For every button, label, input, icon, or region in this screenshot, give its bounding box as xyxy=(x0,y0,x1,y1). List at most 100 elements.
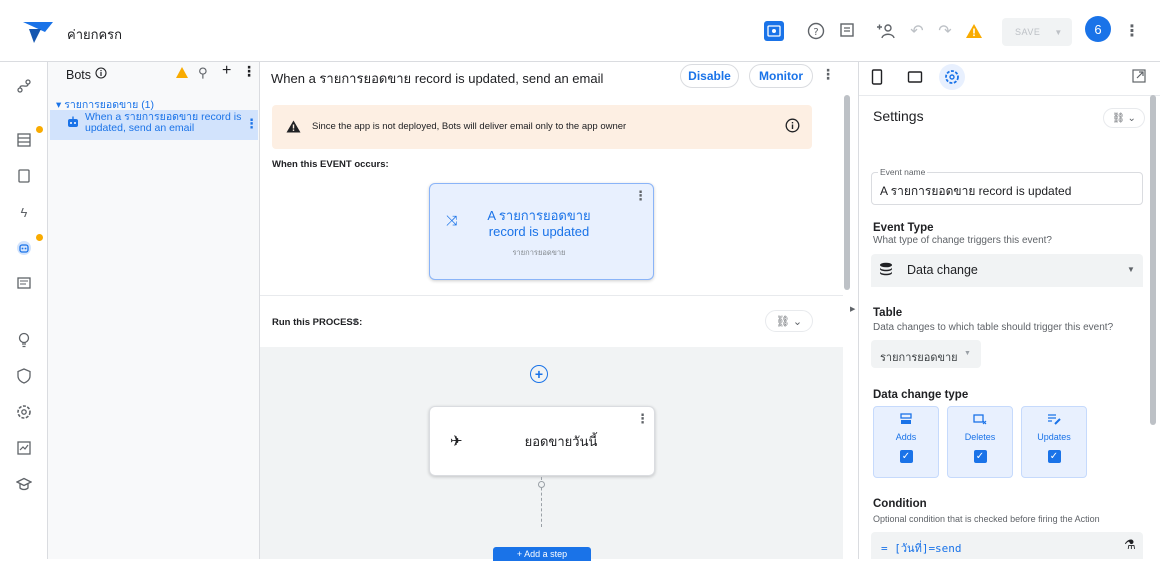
step-more-icon[interactable]: ⋮ xyxy=(636,411,649,427)
event-header: When this EVENT occurs: xyxy=(272,159,389,170)
event-type-value: Data change xyxy=(907,263,978,277)
preview-icon[interactable] xyxy=(764,21,784,41)
chat-icon[interactable] xyxy=(12,272,36,296)
tablet-view-icon[interactable] xyxy=(907,70,923,87)
updates-label: Updates xyxy=(1037,432,1071,442)
security-icon[interactable] xyxy=(12,364,36,388)
connector-node xyxy=(538,481,545,488)
adds-option[interactable]: Adds ✓ xyxy=(873,406,939,478)
phone-view-icon[interactable] xyxy=(871,69,883,88)
data-change-type-label: Data change type xyxy=(873,389,969,401)
table-help: Data changes to which table should trigg… xyxy=(873,322,1114,333)
event-type-chevron-icon[interactable]: ▼ xyxy=(1127,265,1135,274)
automation-warning-dot xyxy=(36,234,43,241)
bots-info-icon[interactable] xyxy=(95,67,107,82)
settings-rail-icon[interactable] xyxy=(12,400,36,424)
save-label: SAVE xyxy=(1015,27,1041,37)
bot-item-label: When a รายการยอดขาย record is updated, s… xyxy=(85,111,242,134)
add-step-top-icon[interactable]: + xyxy=(530,365,548,383)
warning-icon[interactable] xyxy=(964,21,984,41)
settings-title: Settings xyxy=(873,108,924,124)
process-link-button[interactable]: ⛓ ⌄ xyxy=(765,310,813,332)
banner-info-icon[interactable] xyxy=(785,118,800,136)
process-area: + ⋮ ✈ ยอดขายวันนี้ + Add a step xyxy=(272,347,812,561)
database-icon xyxy=(879,262,893,280)
deletes-option[interactable]: Deletes ✓ xyxy=(947,406,1013,478)
top-bar: ค่ายกครก ? ↶ ↷ SAVE ▼ 6 ⋮ xyxy=(0,0,1160,62)
bots-warning-icon[interactable] xyxy=(175,66,189,82)
table-label: Table xyxy=(873,307,903,319)
appsheet-logo-icon[interactable] xyxy=(20,18,56,46)
settings-link-button[interactable]: ⛓ ⌄ xyxy=(1103,108,1145,128)
bots-more-icon[interactable]: ⋮ xyxy=(242,63,256,80)
automation-icon[interactable] xyxy=(12,236,36,260)
event-card[interactable]: ⋮ ⤨ A รายการยอดขาย record is updated ราย… xyxy=(429,183,654,280)
open-external-icon[interactable] xyxy=(1132,69,1146,86)
settings-scrollbar[interactable] xyxy=(1150,95,1156,425)
bot-title: When a รายการยอดขาย record is updated, s… xyxy=(271,71,604,86)
monitor-button[interactable]: Monitor xyxy=(749,64,813,88)
views-icon[interactable] xyxy=(12,164,36,188)
intelligence-icon[interactable] xyxy=(12,328,36,352)
event-card-subtitle: รายการยอดขาย xyxy=(512,248,566,257)
event-name-label: Event name xyxy=(878,167,928,177)
table-chevron-icon[interactable]: ▼ xyxy=(964,350,971,357)
updates-option[interactable]: Updates ✓ xyxy=(1021,406,1087,478)
condition-label: Condition xyxy=(873,498,927,510)
condition-test-icon[interactable]: ⚗ xyxy=(1124,537,1136,553)
process-header-row: Run this PROCESS: ▼ ⛓ ⌄ xyxy=(260,295,843,347)
share-user-icon[interactable] xyxy=(874,21,896,41)
event-card-more-icon[interactable]: ⋮ xyxy=(634,188,647,204)
more-vert-icon[interactable]: ⋮ xyxy=(1124,20,1140,42)
event-type-label: Event Type xyxy=(873,222,934,234)
left-nav-rail: ϟ xyxy=(0,62,48,559)
disable-button[interactable]: Disable xyxy=(680,64,739,88)
learn-icon[interactable] xyxy=(12,472,36,496)
event-name-field[interactable]: Event name A รายการยอดขาย record is upda… xyxy=(871,167,1143,205)
data-icon[interactable] xyxy=(12,128,36,152)
process-dropdown-icon[interactable]: ▼ xyxy=(351,317,359,326)
bots-search-icon[interactable]: ⚲ xyxy=(198,65,208,81)
deletes-checkbox[interactable]: ✓ xyxy=(973,450,987,463)
event-name-value: A รายการยอดขาย record is updated xyxy=(880,184,1072,198)
banner-warning-icon xyxy=(286,120,301,136)
bots-panel: Bots ⚲ + ⋮ ▾ รายการยอดขาย (1) When a ราย… xyxy=(48,62,260,559)
bot-canvas: Since the app is not deployed, Bots will… xyxy=(260,95,843,561)
canvas-scrollbar[interactable] xyxy=(844,95,850,290)
process-header: Run this PROCESS: xyxy=(272,317,363,328)
bot-more-icon[interactable]: ⋮ xyxy=(821,66,835,83)
adds-checkbox[interactable]: ✓ xyxy=(899,450,913,463)
data-warning-dot xyxy=(36,126,43,133)
redo-icon[interactable]: ↷ xyxy=(936,21,954,41)
adds-label: Adds xyxy=(895,432,917,442)
event-shuffle-icon: ⤨ xyxy=(446,212,458,228)
save-chevron-icon[interactable]: ▼ xyxy=(1054,28,1062,37)
condition-value: = [วันที่]=send xyxy=(881,542,962,555)
step-card[interactable]: ⋮ ✈ ยอดขายวันนี้ xyxy=(429,406,655,476)
manage-icon[interactable] xyxy=(12,436,36,460)
copy-icon[interactable] xyxy=(838,21,858,41)
settings-panel: Settings ⛓ ⌄ Event name A รายการยอดขาย r… xyxy=(858,62,1160,559)
help-icon[interactable]: ? xyxy=(806,21,826,41)
undo-icon[interactable]: ↶ xyxy=(908,21,926,41)
add-bot-icon[interactable]: + xyxy=(222,62,231,80)
condition-field[interactable]: = [วันที่]=send ⚗ xyxy=(871,532,1143,559)
updates-checkbox[interactable]: ✓ xyxy=(1047,450,1061,463)
avatar[interactable]: 6 xyxy=(1085,16,1111,42)
bot-list-item[interactable]: When a รายการยอดขาย record is updated, s… xyxy=(50,110,258,140)
actions-icon[interactable]: ϟ xyxy=(12,200,36,224)
settings-tab-icon[interactable] xyxy=(939,64,965,90)
save-button[interactable]: SAVE ▼ xyxy=(1002,18,1072,46)
bot-item-more-icon[interactable]: ⋮ xyxy=(245,116,258,132)
settings-divider xyxy=(859,95,1160,96)
step-title: ยอดขายวันนี้ xyxy=(524,434,598,449)
event-type-select[interactable]: Data change ▼ xyxy=(871,254,1143,287)
deploy-warning-banner: Since the app is not deployed, Bots will… xyxy=(272,105,812,149)
collapse-panel-icon[interactable]: ▶ xyxy=(850,305,855,313)
table-select[interactable]: รายการยอดขาย ▼ xyxy=(871,340,981,368)
updates-icon xyxy=(1047,413,1061,428)
connections-icon[interactable] xyxy=(12,74,36,98)
step-email-icon: ✈ xyxy=(450,433,463,450)
bot-icon xyxy=(66,116,80,132)
banner-text: Since the app is not deployed, Bots will… xyxy=(312,121,627,132)
